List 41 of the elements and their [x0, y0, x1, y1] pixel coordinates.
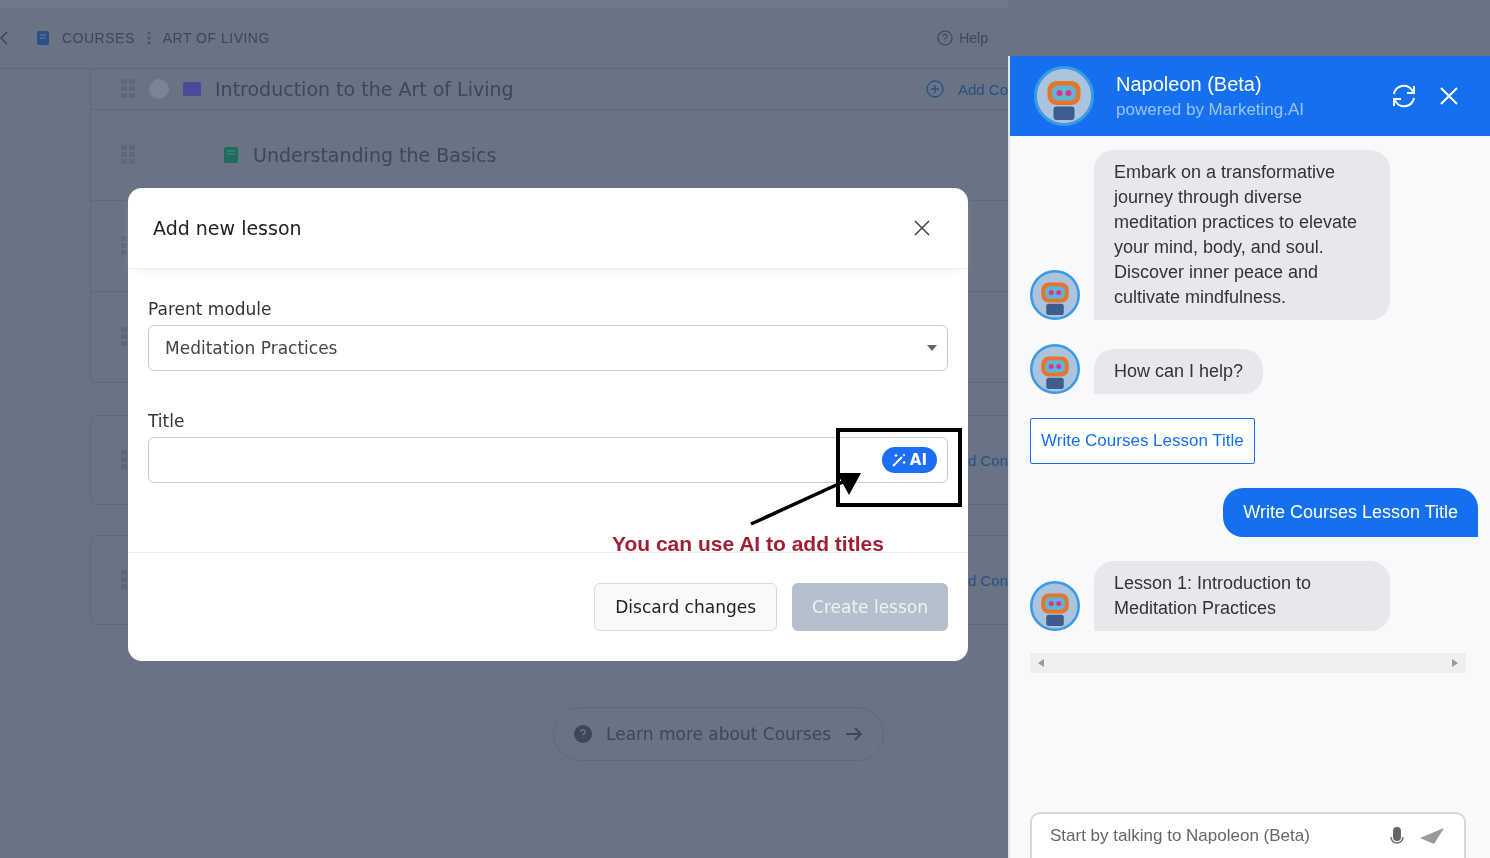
- close-icon[interactable]: [914, 220, 930, 236]
- robot-avatar-icon: [1034, 66, 1094, 126]
- parent-module-select[interactable]: Meditation Practices: [148, 325, 948, 371]
- robot-avatar-icon: [1030, 581, 1080, 631]
- add-icon: [925, 80, 944, 98]
- send-icon[interactable]: [1420, 828, 1444, 844]
- help-icon: [937, 30, 954, 46]
- bot-message: Embark on a transformative journey through diverse meditation practices to elevate your mind, body, and soul. Discover inner peace and cultivate mindfulness.: [1094, 150, 1390, 320]
- arrow-icon: [845, 727, 864, 741]
- bot-subtitle: powered by Marketing.AI: [1116, 99, 1306, 120]
- book-icon: [223, 146, 239, 164]
- add-content-link[interactable]: Add Co: [957, 80, 1008, 98]
- magic-wand-icon: [891, 453, 907, 467]
- dialog-title: Add new lesson: [153, 217, 302, 239]
- message-field[interactable]: Start by talking to Napoleon (Beta): [1048, 825, 1374, 847]
- refresh-icon[interactable]: [1390, 83, 1418, 109]
- question-icon: [574, 725, 592, 743]
- scroll-right-icon[interactable]: [1452, 659, 1458, 667]
- field-label: Parent module: [148, 299, 273, 319]
- bot-message: How can I help?: [1094, 349, 1264, 394]
- bot-message: Lesson 1: Introduction to Meditation Practices: [1094, 561, 1390, 631]
- back-icon[interactable]: [0, 31, 8, 45]
- horizontal-scrollbar[interactable]: [1030, 653, 1466, 673]
- field-label: Title: [148, 411, 186, 431]
- bot-name: Napoleon (Beta): [1116, 72, 1263, 96]
- user-message: Write Courses Lesson Title: [1223, 488, 1478, 537]
- suggestion-button[interactable]: Write Courses Lesson Title: [1030, 418, 1255, 464]
- add-content-link[interactable]: d Con: [967, 451, 1008, 469]
- chat-input[interactable]: Start by talking to Napoleon (Beta): [1030, 812, 1466, 858]
- annotation-text: You can use AI to add titles: [612, 532, 884, 556]
- robot-avatar-icon: [1030, 344, 1080, 394]
- book-icon: [36, 30, 50, 46]
- title-field[interactable]: AI: [148, 437, 948, 483]
- microphone-icon[interactable]: [1390, 827, 1404, 845]
- robot-avatar-icon: [1030, 270, 1080, 320]
- add-content-link[interactable]: d Con: [967, 571, 1008, 589]
- discard-button[interactable]: Discard changes: [594, 583, 778, 631]
- scroll-left-icon[interactable]: [1038, 659, 1044, 667]
- ai-button[interactable]: AI: [881, 447, 937, 473]
- caret-icon: [927, 345, 937, 351]
- separator-icon: [146, 31, 151, 45]
